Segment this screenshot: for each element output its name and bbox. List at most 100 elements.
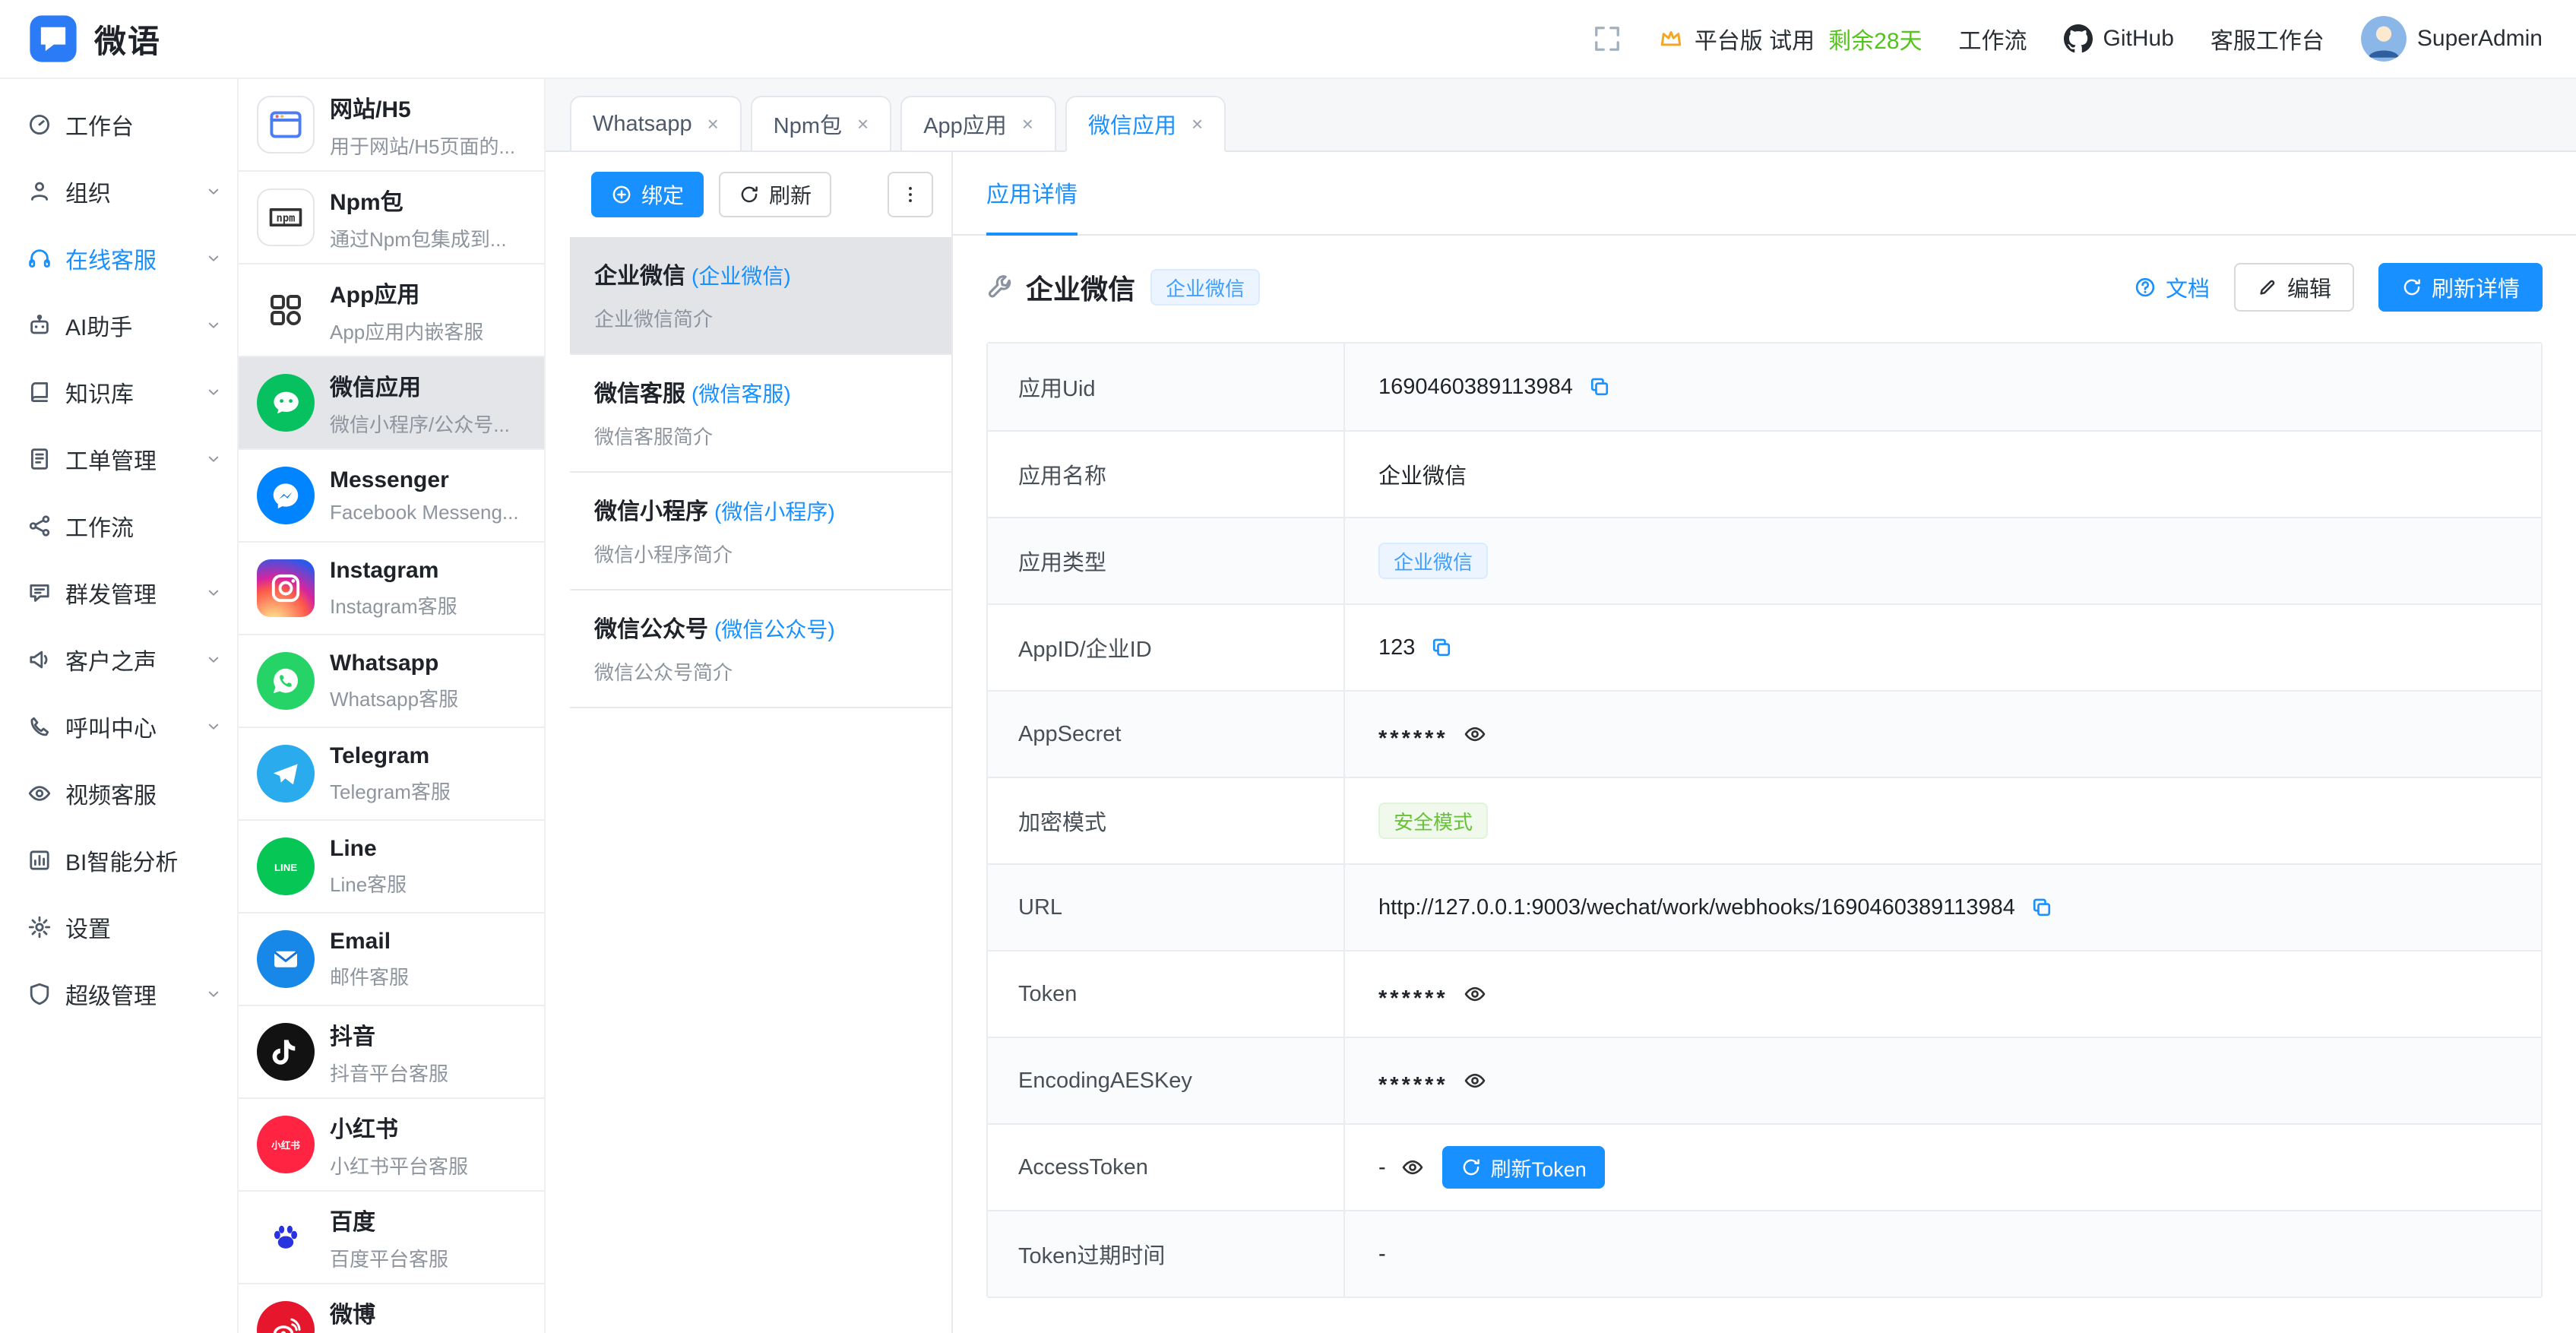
bind-item-link[interactable]: (微信客服) xyxy=(691,382,791,406)
refresh-detail-button[interactable]: 刷新详情 xyxy=(2378,263,2543,312)
sidebar-item-voice[interactable]: 客户之声 xyxy=(0,626,237,693)
close-icon[interactable]: × xyxy=(1022,114,1033,134)
channel-desc: 邮件客服 xyxy=(330,962,526,990)
channel-item[interactable]: MessengerFacebook Messeng... xyxy=(239,450,544,543)
channel-item[interactable]: 百度百度平台客服 xyxy=(239,1192,544,1284)
channel-item[interactable]: App应用App应用内嵌客服 xyxy=(239,264,544,357)
detail-row: 应用类型企业微信 xyxy=(988,517,2541,603)
detail-row: AccessToken-刷新Token xyxy=(988,1123,2541,1210)
channel-item[interactable]: Email邮件客服 xyxy=(239,913,544,1006)
bind-item-link[interactable]: (微信小程序) xyxy=(714,500,835,524)
sidebar-item-ticket[interactable]: 工单管理 xyxy=(0,426,237,492)
channel-desc: Telegram客服 xyxy=(330,777,526,805)
row-label: 应用类型 xyxy=(988,518,1345,603)
bind-item-link[interactable]: (微信公众号) xyxy=(714,618,835,641)
channel-item[interactable]: 微信应用微信小程序/公众号... xyxy=(239,357,544,450)
bind-list-item[interactable]: 微信公众号(微信公众号)微信公众号简介 xyxy=(570,591,951,708)
detail-row: Token****** xyxy=(988,950,2541,1037)
channel-item[interactable]: LINELineLine客服 xyxy=(239,821,544,913)
avatar xyxy=(2361,16,2407,62)
tab-app-detail[interactable]: 应用详情 xyxy=(986,152,1078,236)
sidebar-item-robot[interactable]: AI助手 xyxy=(0,292,237,359)
copy-icon[interactable] xyxy=(1588,375,1611,398)
sidebar-item-shield[interactable]: 超级管理 xyxy=(0,961,237,1027)
refresh-token-button[interactable]: 刷新Token xyxy=(1442,1146,1605,1189)
eye-icon[interactable] xyxy=(1464,983,1486,1005)
channel-name: Whatsapp xyxy=(330,651,526,676)
close-icon[interactable]: × xyxy=(707,114,719,134)
open-tab[interactable]: Whatsapp× xyxy=(570,96,742,152)
copy-icon[interactable] xyxy=(2030,896,2053,919)
nav-workbench[interactable]: 客服工作台 xyxy=(2210,22,2324,55)
bind-list-item[interactable]: 微信客服(微信客服)微信客服简介 xyxy=(570,355,951,473)
user-menu[interactable]: SuperAdmin xyxy=(2361,16,2543,62)
sidebar-item-headset[interactable]: 在线客服 xyxy=(0,225,237,292)
channel-item[interactable]: InstagramInstagram客服 xyxy=(239,543,544,635)
more-options-button[interactable] xyxy=(888,172,933,217)
open-tab[interactable]: App应用× xyxy=(900,96,1056,152)
whatsapp-icon xyxy=(257,652,315,710)
sidebar-item-eye[interactable]: 视频客服 xyxy=(0,760,237,827)
sidebar-item-workflow[interactable]: 工作流 xyxy=(0,492,237,559)
detail-title-tag: 企业微信 xyxy=(1150,269,1260,306)
page-body: 工作台组织在线客服AI助手知识库工单管理工作流群发管理客户之声呼叫中心视频客服B… xyxy=(0,79,2576,1333)
copy-icon[interactable] xyxy=(1430,636,1453,659)
eye-icon[interactable] xyxy=(1464,723,1486,746)
eye-icon[interactable] xyxy=(1464,1069,1486,1092)
row-label: 应用名称 xyxy=(988,432,1345,517)
channel-list: 网站/H5用于网站/H5页面的...npmNpm包通过Npm包集成到...App… xyxy=(239,79,546,1333)
edit-button[interactable]: 编辑 xyxy=(2234,263,2354,312)
detail-row: 应用名称企业微信 xyxy=(988,430,2541,517)
row-label: AppID/企业ID xyxy=(988,605,1345,690)
bind-list-item[interactable]: 企业微信(企业微信)企业微信简介 xyxy=(570,237,951,355)
close-icon[interactable]: × xyxy=(1191,114,1203,134)
channel-item[interactable]: WhatsappWhatsapp客服 xyxy=(239,635,544,728)
plan-badge[interactable]: 平台版 试用 剩余28天 xyxy=(1658,22,1923,55)
header-right: 平台版 试用 剩余28天 工作流 GitHub 客服工作台 SuperAdmin xyxy=(1593,16,2543,62)
fullscreen-icon[interactable] xyxy=(1593,24,1622,53)
channel-name: 抖音 xyxy=(330,1018,526,1051)
app-title: 微语 xyxy=(94,16,161,62)
svg-text:小红书: 小红书 xyxy=(271,1139,300,1151)
sidebar-item-book[interactable]: 知识库 xyxy=(0,359,237,426)
detail-panel: 应用详情 企业微信 企业微信 文档 xyxy=(953,152,2576,1333)
close-icon[interactable]: × xyxy=(857,114,869,134)
wrench-icon xyxy=(986,274,1014,301)
chevron-down-icon xyxy=(205,718,222,735)
web-icon xyxy=(257,96,315,154)
weibo-icon xyxy=(257,1301,315,1333)
sidebar-item-org[interactable]: 组织 xyxy=(0,158,237,225)
doc-link[interactable]: 文档 xyxy=(2134,271,2210,303)
nav-github[interactable]: GitHub xyxy=(2064,24,2174,53)
channel-item[interactable]: 网站/H5用于网站/H5页面的... xyxy=(239,79,544,172)
channel-item[interactable]: 抖音抖音平台客服 xyxy=(239,1006,544,1099)
bind-list-item[interactable]: 微信小程序(微信小程序)微信小程序简介 xyxy=(570,473,951,591)
eye-icon[interactable] xyxy=(1401,1156,1424,1179)
open-tab[interactable]: 微信应用× xyxy=(1065,96,1226,152)
telegram-icon xyxy=(257,745,315,803)
channel-item[interactable]: 小红书小红书小红书平台客服 xyxy=(239,1099,544,1192)
sidebar-item-broadcast[interactable]: 群发管理 xyxy=(0,559,237,626)
bind-list: 企业微信(企业微信)企业微信简介微信客服(微信客服)微信客服简介微信小程序(微信… xyxy=(570,237,951,708)
channel-item[interactable]: TelegramTelegram客服 xyxy=(239,728,544,821)
bind-button[interactable]: 绑定 xyxy=(591,172,704,217)
sidebar-item-dashboard[interactable]: 工作台 xyxy=(0,91,237,158)
nav-workflow[interactable]: 工作流 xyxy=(1959,22,2027,55)
shield-icon xyxy=(27,982,52,1006)
plan-label: 平台版 试用 xyxy=(1695,22,1815,55)
channel-item[interactable]: 微博微博平台客服 xyxy=(239,1284,544,1333)
channel-name: Line xyxy=(330,836,526,862)
app-logo-icon[interactable] xyxy=(27,13,79,65)
pencil-icon xyxy=(2257,277,2278,298)
sidebar-item-bi[interactable]: BI智能分析 xyxy=(0,827,237,894)
detail-row: AppID/企业ID123 xyxy=(988,603,2541,690)
channel-item[interactable]: npmNpm包通过Npm包集成到... xyxy=(239,172,544,264)
sidebar-item-gear[interactable]: 设置 xyxy=(0,894,237,961)
chevron-down-icon xyxy=(205,986,222,1002)
channel-desc: Line客服 xyxy=(330,869,526,898)
bind-item-link[interactable]: (企业微信) xyxy=(691,264,791,288)
open-tab[interactable]: Npm包× xyxy=(751,96,891,152)
refresh-list-button[interactable]: 刷新 xyxy=(719,172,831,217)
sidebar-item-phone[interactable]: 呼叫中心 xyxy=(0,693,237,760)
row-label: Token xyxy=(988,951,1345,1037)
